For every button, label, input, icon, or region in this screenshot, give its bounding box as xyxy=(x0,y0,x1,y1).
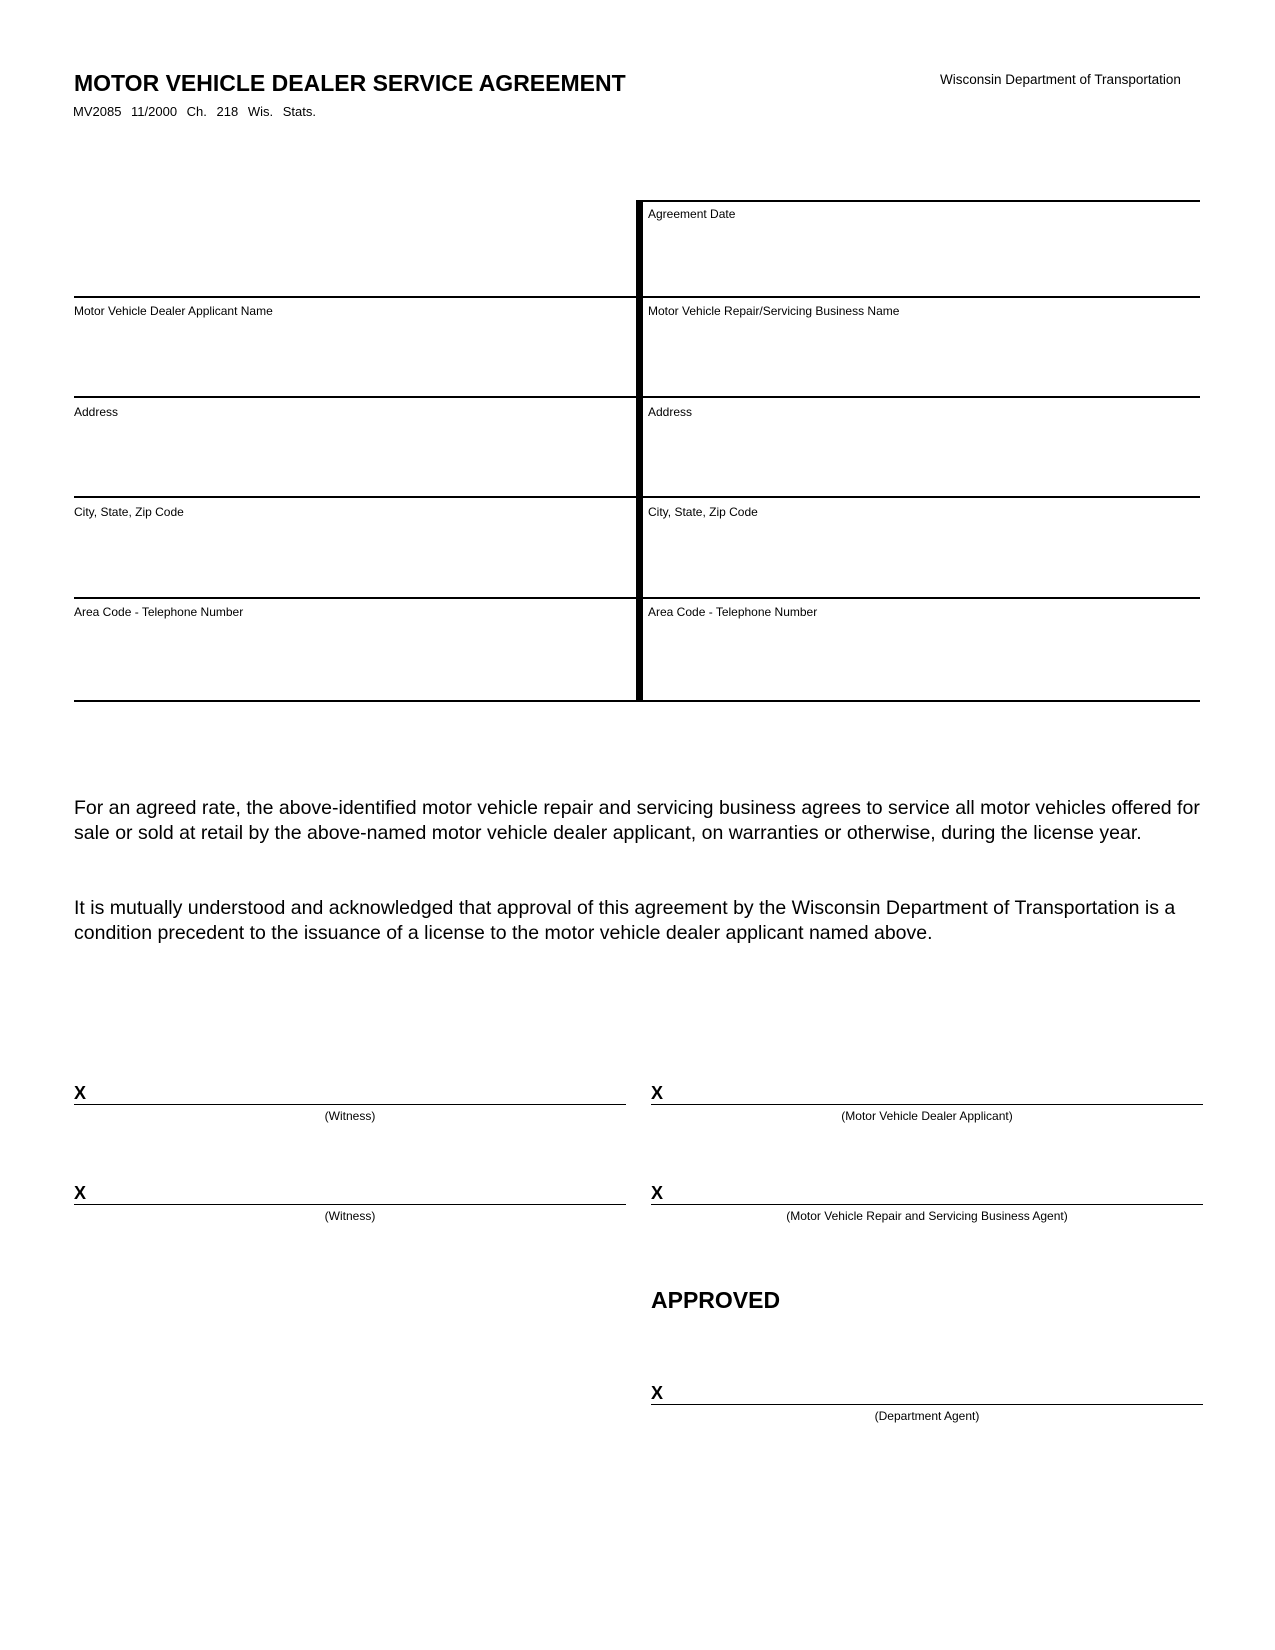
x-mark: X xyxy=(74,1183,87,1203)
x-mark: X xyxy=(651,1383,664,1403)
dealer-phone-label: Area Code - Telephone Number xyxy=(74,605,244,619)
dealer-applicant-caption: (Motor Vehicle Dealer Applicant) xyxy=(841,1109,1013,1123)
witness-1-caption: (Witness) xyxy=(324,1109,376,1123)
witness-2-caption: (Witness) xyxy=(324,1209,376,1223)
servicer-city-label: City, State, Zip Code xyxy=(648,505,758,519)
x-mark: X xyxy=(651,1083,664,1103)
grid-divider xyxy=(636,200,643,702)
row-rule xyxy=(74,496,1200,498)
signature-line xyxy=(651,1103,1203,1105)
servicer-phone-label: Area Code - Telephone Number xyxy=(648,605,818,619)
servicer-name-field[interactable] xyxy=(648,320,1188,390)
servicer-city-field[interactable] xyxy=(648,521,1188,591)
business-agent-caption: (Motor Vehicle Repair and Servicing Busi… xyxy=(786,1209,1068,1223)
grid-top-rule xyxy=(636,200,1200,202)
signature-line xyxy=(651,1203,1203,1205)
grid-bottom-rule xyxy=(74,700,1200,702)
servicer-name-label: Motor Vehicle Repair/Servicing Business … xyxy=(648,304,900,318)
row-rule xyxy=(74,296,1200,298)
witness-2-signature[interactable]: X (Witness) xyxy=(74,1183,626,1223)
dealer-city-label: City, State, Zip Code xyxy=(74,505,184,519)
x-mark: X xyxy=(74,1083,87,1103)
business-agent-signature[interactable]: X (Motor Vehicle Repair and Servicing Bu… xyxy=(651,1183,1203,1223)
dealer-name-field[interactable] xyxy=(74,320,624,390)
approved-heading: APPROVED xyxy=(651,1287,781,1313)
row-rule xyxy=(74,396,1200,398)
signature-line xyxy=(74,1203,626,1205)
signature-line xyxy=(74,1103,626,1105)
dealer-applicant-signature[interactable]: X (Motor Vehicle Dealer Applicant) xyxy=(651,1083,1203,1123)
department-agent-signature[interactable]: X (Department Agent) xyxy=(651,1383,1203,1423)
agency-name: Wisconsin Department of Transportation xyxy=(940,72,1181,87)
witness-1-signature[interactable]: X (Witness) xyxy=(74,1083,626,1123)
form-number: MV2085 11/2000 Ch. 218 Wis. Stats. xyxy=(73,104,316,119)
agreement-date-label: Agreement Date xyxy=(648,207,736,221)
dealer-address-label: Address xyxy=(74,405,119,419)
agreement-paragraph-1: For an agreed rate, the above-identified… xyxy=(74,797,1200,844)
agreement-paragraph-2: It is mutually understood and acknowledg… xyxy=(74,897,1176,944)
x-mark: X xyxy=(651,1183,664,1203)
department-agent-caption: (Department Agent) xyxy=(874,1409,980,1423)
dealer-address-field[interactable] xyxy=(74,421,624,491)
servicer-address-field[interactable] xyxy=(648,421,1188,491)
signature-line xyxy=(651,1403,1203,1405)
dealer-name-label: Motor Vehicle Dealer Applicant Name xyxy=(74,304,273,318)
form-title: MOTOR VEHICLE DEALER SERVICE AGREEMENT xyxy=(74,70,626,96)
dealer-phone-field[interactable] xyxy=(74,621,624,691)
servicer-address-label: Address xyxy=(648,405,693,419)
row-rule xyxy=(74,597,1200,599)
agreement-date-field[interactable] xyxy=(648,224,1188,292)
servicer-phone-field[interactable] xyxy=(648,621,1188,691)
dealer-city-field[interactable] xyxy=(74,521,624,591)
